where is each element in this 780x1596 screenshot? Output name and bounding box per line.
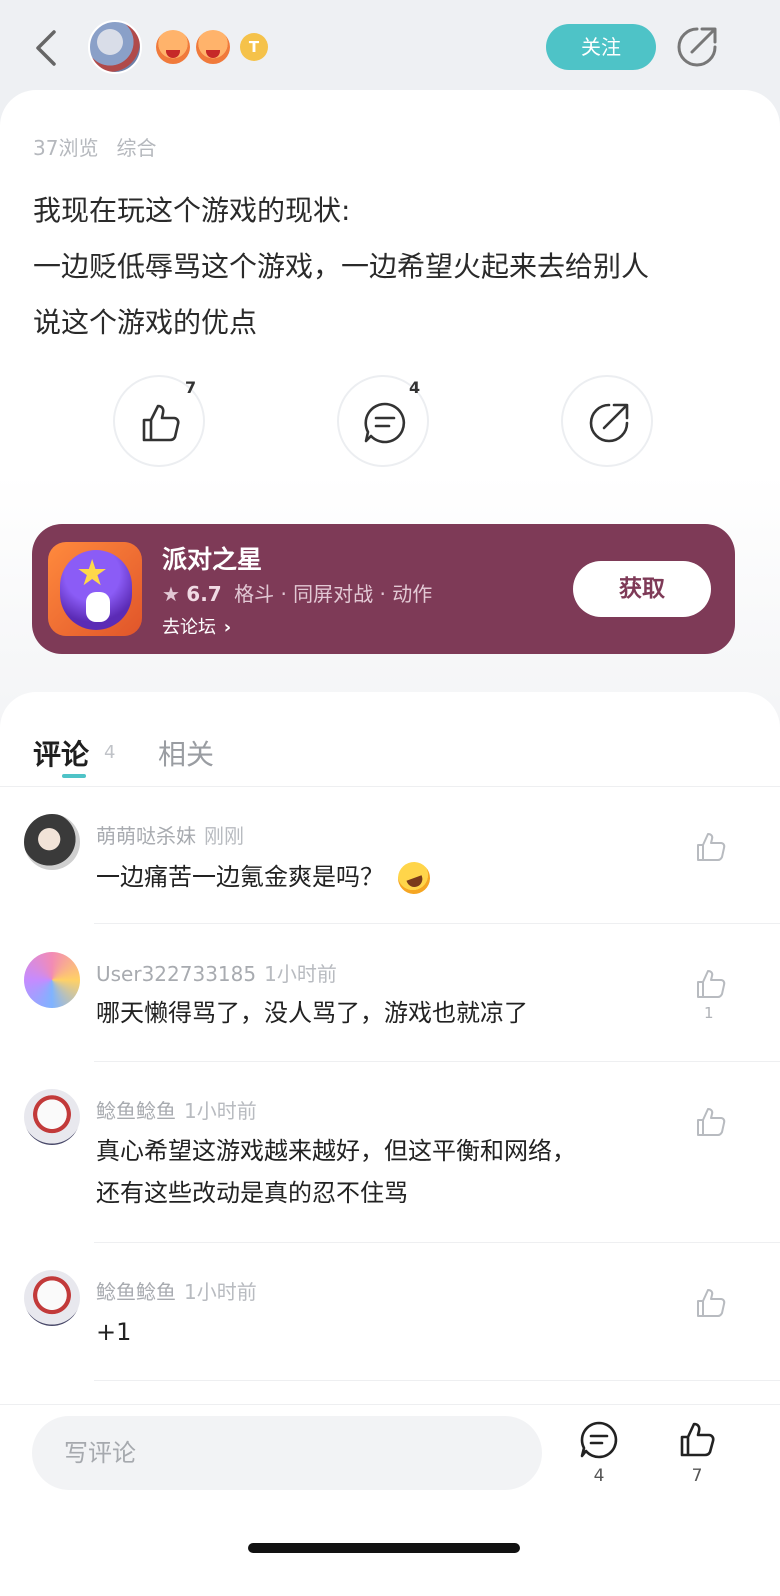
username[interactable]: User322733185 <box>96 962 256 986</box>
hot-face-badge-icon <box>196 30 230 64</box>
divider <box>94 1061 780 1062</box>
comment-author: 鲶鱼鲶鱼 1小时前 <box>96 1095 257 1124</box>
divider <box>0 786 780 787</box>
game-icon: ★ <box>48 542 142 636</box>
comment-author: 鲶鱼鲶鱼 1小时前 <box>96 1276 257 1305</box>
top-bar: T 关注 <box>0 0 780 92</box>
post-line: 说这个游戏的优点 <box>33 306 258 339</box>
chevron-right-icon: › <box>223 617 232 638</box>
comment-count: 4 <box>409 378 421 397</box>
back-icon[interactable] <box>26 24 66 72</box>
timestamp: 1小时前 <box>184 1280 257 1304</box>
thumbs-up-icon[interactable] <box>694 830 728 864</box>
game-rating: 6.7 <box>186 582 222 606</box>
thumbs-up-icon <box>142 404 180 442</box>
bottom-like-count: 7 <box>691 1466 703 1486</box>
comment-icon <box>364 402 406 444</box>
comment-input[interactable] <box>32 1416 542 1490</box>
post-line: 我现在玩这个游戏的现状: <box>33 194 351 227</box>
timestamp: 刚刚 <box>204 824 244 848</box>
tab-related[interactable]: 相关 <box>158 733 214 773</box>
avatar[interactable] <box>24 1089 80 1145</box>
comment-text: 真心希望这游戏越来越好，但这平衡和网络， 还有这些改动是真的忍不住骂 <box>96 1130 666 1214</box>
comment-text-line: 真心希望这游戏越来越好，但这平衡和网络， <box>96 1137 576 1165</box>
follow-button[interactable]: 关注 <box>546 24 656 70</box>
star-icon: ★ <box>162 582 180 606</box>
comment-author: User322733185 1小时前 <box>96 958 337 987</box>
divider <box>94 1242 780 1243</box>
username[interactable]: 萌萌哒杀妹 <box>96 824 196 848</box>
forum-link[interactable]: 去论坛 › <box>162 613 231 639</box>
get-game-button[interactable]: 获取 <box>573 561 711 617</box>
post-line: 一边贬低辱骂这个游戏，一边希望火起来去给别人 <box>33 250 650 283</box>
game-genres: 格斗 · 同屏对战 · 动作 <box>234 582 433 606</box>
post-body: 我现在玩这个游戏的现状: 一边贬低辱骂这个游戏，一边希望火起来去给别人 说这个游… <box>33 183 743 351</box>
forum-link-label: 去论坛 <box>162 617 216 638</box>
thumbs-up-icon[interactable] <box>694 967 728 1001</box>
bottom-comment-count: 4 <box>593 1466 605 1486</box>
like-count: 7 <box>185 378 197 397</box>
share-button[interactable] <box>561 375 653 467</box>
thumbs-up-icon[interactable] <box>677 1420 717 1460</box>
avatar[interactable] <box>24 1270 80 1326</box>
comment-like-count: 1 <box>704 1004 714 1022</box>
thumbs-up-icon[interactable] <box>694 1105 728 1139</box>
username[interactable]: 鲶鱼鲶鱼 <box>96 1099 176 1123</box>
comment-text-content: 一边痛苦一边氪金爽是吗？ <box>96 863 384 891</box>
avatar[interactable] <box>24 952 80 1008</box>
comment-author: 萌萌哒杀妹 刚刚 <box>96 820 244 849</box>
level-badge-icon: T <box>240 33 268 61</box>
view-count: 37浏览 <box>33 136 99 160</box>
comment-text: +1 <box>96 1318 132 1346</box>
tab-comments[interactable]: 评论 <box>33 733 89 773</box>
home-indicator <box>248 1543 520 1553</box>
post-category: 综合 <box>116 136 157 160</box>
timestamp: 1小时前 <box>264 962 337 986</box>
comment-icon[interactable] <box>579 1420 619 1460</box>
avatar[interactable] <box>24 814 80 870</box>
hot-face-badge-icon <box>156 30 190 64</box>
tab-comments-count: 4 <box>104 742 116 763</box>
comment-text: 一边痛苦一边氪金爽是吗？ <box>96 856 666 899</box>
rolling-laugh-emoji-icon <box>393 857 435 899</box>
share-icon[interactable] <box>674 24 720 70</box>
game-tags: ★ 6.7 格斗 · 同屏对战 · 动作 <box>162 578 432 607</box>
comment-text: 哪天懒得骂了，没人骂了，游戏也就凉了 <box>96 999 528 1027</box>
author-avatar[interactable] <box>88 20 142 74</box>
divider <box>94 1380 780 1381</box>
share-icon <box>589 403 629 443</box>
post-meta: 37浏览 综合 <box>33 132 156 161</box>
username[interactable]: 鲶鱼鲶鱼 <box>96 1280 176 1304</box>
timestamp: 1小时前 <box>184 1099 257 1123</box>
tab-indicator <box>62 774 86 778</box>
game-title: 派对之星 <box>162 545 263 574</box>
thumbs-up-icon[interactable] <box>694 1286 728 1320</box>
comment-text-line: 还有这些改动是真的忍不住骂 <box>96 1179 408 1207</box>
divider <box>94 923 780 924</box>
game-banner[interactable]: ★ 派对之星 ★ 6.7 格斗 · 同屏对战 · 动作 去论坛 › 获取 <box>32 524 735 654</box>
